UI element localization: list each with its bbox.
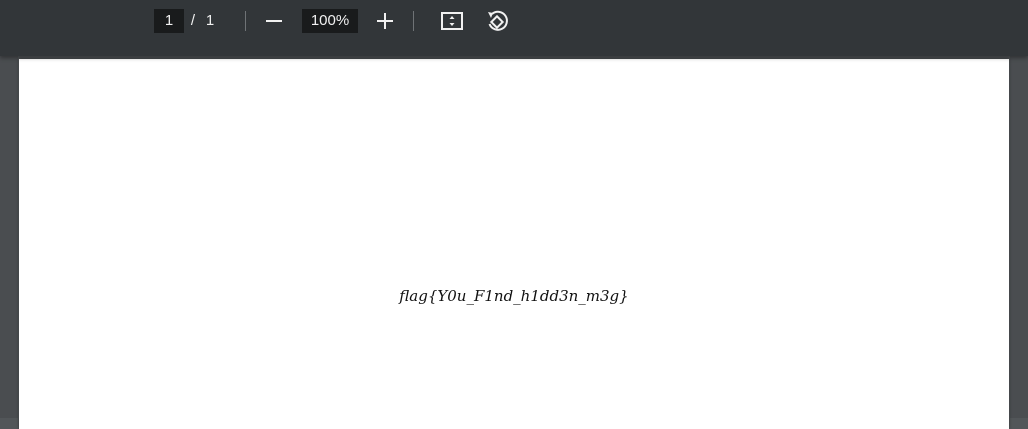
toolbar-divider: [245, 11, 246, 31]
document-text: flag{Y0u_F1nd_h1dd3n_m3g}: [399, 287, 629, 305]
minus-icon: [266, 20, 282, 22]
fit-to-page-icon: [441, 12, 463, 30]
pdf-page: flag{Y0u_F1nd_h1dd3n_m3g}: [19, 59, 1009, 429]
page-separator: /: [190, 12, 196, 29]
rotate-button[interactable]: [482, 6, 512, 36]
viewer-gutter-right: [1010, 56, 1028, 418]
zoom-out-button[interactable]: [259, 6, 289, 36]
fit-to-page-button[interactable]: [437, 6, 467, 36]
zoom-level-field[interactable]: 100%: [302, 9, 358, 33]
rotate-icon: [488, 10, 508, 31]
pdf-toolbar: 1 / 1 100%: [0, 0, 1028, 56]
total-pages: 1: [205, 12, 215, 29]
viewer-gutter-left: [0, 56, 18, 418]
zoom-in-button[interactable]: [370, 6, 400, 36]
toolbar-divider: [413, 11, 414, 31]
page-number-input[interactable]: 1: [154, 9, 184, 33]
plus-icon: [377, 13, 393, 29]
